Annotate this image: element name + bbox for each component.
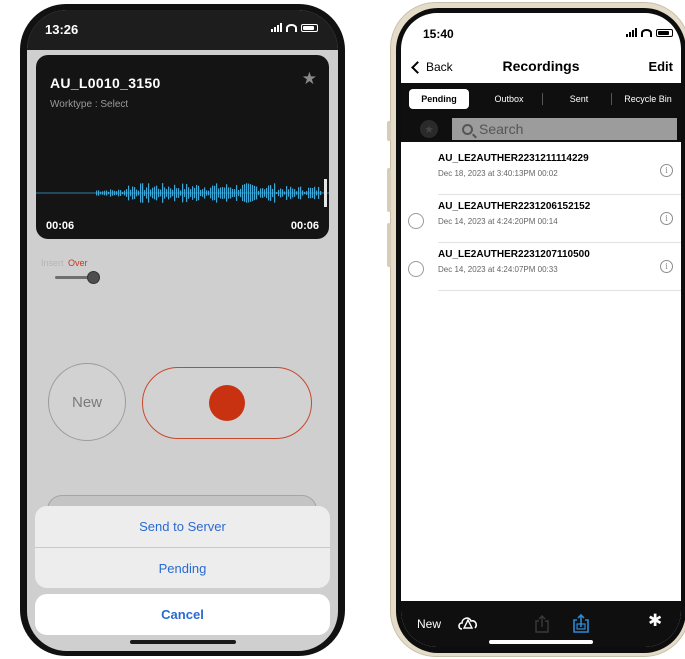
recordings-screen: 15:40 Back Recordings Edit Pending Outbo… bbox=[401, 13, 681, 647]
wifi-icon bbox=[286, 23, 297, 32]
recording-title: AU_L0010_3150 bbox=[50, 75, 161, 91]
recording-card: AU_L0010_3150 Worktype : Select ★ 00:06 … bbox=[36, 55, 329, 239]
search-input[interactable]: Search bbox=[452, 118, 677, 140]
recording-name: AU_LE2AUTHER2231211114229 bbox=[438, 153, 589, 164]
status-bar: 13:26 bbox=[27, 10, 338, 50]
recording-meta: Dec 18, 2023 at 3:40:13PM 00:02 bbox=[438, 169, 558, 178]
status-time: 13:26 bbox=[45, 22, 79, 37]
favorite-star-icon[interactable]: ★ bbox=[302, 69, 317, 89]
edit-button[interactable]: Edit bbox=[648, 59, 673, 74]
pending-button[interactable]: Pending bbox=[35, 547, 330, 588]
recording-meta: Dec 14, 2023 at 4:24:20PM 00:14 bbox=[438, 217, 558, 226]
right-phone: 15:40 Back Recordings Edit Pending Outbo… bbox=[387, 2, 685, 657]
home-indicator[interactable] bbox=[489, 640, 593, 644]
action-sheet: Send to Server Pending bbox=[35, 506, 330, 588]
search-row: ★ Search bbox=[401, 116, 681, 142]
record-dot-icon bbox=[209, 385, 245, 421]
list-item[interactable]: AU_LE2AUTHER2231206152152 Dec 14, 2023 a… bbox=[401, 195, 681, 243]
tab-sent[interactable]: Sent bbox=[549, 89, 609, 109]
wifi-icon bbox=[641, 28, 652, 37]
status-bar: 15:40 bbox=[401, 13, 681, 51]
info-icon[interactable]: i bbox=[660, 260, 673, 273]
signal-icon bbox=[271, 23, 282, 32]
search-placeholder: Search bbox=[479, 121, 524, 137]
cloud-icon[interactable] bbox=[457, 613, 479, 633]
volume-down bbox=[387, 223, 391, 267]
battery-icon bbox=[656, 28, 673, 37]
list-item[interactable]: AU_LE2AUTHER2231211114229 Dec 18, 2023 a… bbox=[401, 147, 681, 195]
left-phone: 13:26 AU_L0010_3150 Worktype : Select ★ … bbox=[20, 4, 345, 656]
select-radio[interactable] bbox=[408, 261, 424, 277]
favorites-filter-star-icon[interactable]: ★ bbox=[420, 120, 438, 138]
page-title: Recordings bbox=[502, 58, 580, 74]
send-to-server-button[interactable]: Send to Server bbox=[35, 506, 330, 547]
over-label: Over bbox=[68, 258, 88, 268]
waveform[interactable] bbox=[36, 175, 329, 211]
worktype-selector[interactable]: Worktype : Select bbox=[50, 99, 128, 110]
signal-icon bbox=[626, 28, 637, 37]
home-indicator[interactable] bbox=[130, 640, 236, 644]
new-recording-button[interactable]: New bbox=[48, 363, 126, 441]
recording-name: AU_LE2AUTHER2231207110500 bbox=[438, 249, 590, 260]
gear-icon[interactable]: ✱ bbox=[648, 611, 662, 631]
tab-recycle-bin[interactable]: Recycle Bin bbox=[616, 89, 680, 109]
cancel-button[interactable]: Cancel bbox=[35, 594, 330, 635]
elapsed-time: 00:06 bbox=[46, 220, 75, 232]
info-icon[interactable]: i bbox=[660, 212, 673, 225]
recording-meta: Dec 14, 2023 at 4:24:07PM 00:33 bbox=[438, 265, 558, 274]
tab-pending[interactable]: Pending bbox=[409, 89, 469, 109]
search-icon bbox=[462, 123, 473, 135]
recorder-screen: 13:26 AU_L0010_3150 Worktype : Select ★ … bbox=[27, 10, 338, 651]
toggle-knob[interactable] bbox=[87, 271, 100, 284]
recording-name: AU_LE2AUTHER2231206152152 bbox=[438, 201, 591, 212]
info-icon[interactable]: i bbox=[660, 164, 673, 177]
new-button[interactable]: New bbox=[417, 617, 441, 631]
recordings-list: AU_LE2AUTHER2231211114229 Dec 18, 2023 a… bbox=[401, 147, 681, 291]
navigation-bar: Back Recordings Edit bbox=[401, 53, 681, 83]
list-item[interactable]: AU_LE2AUTHER2231207110500 Dec 14, 2023 a… bbox=[401, 243, 681, 291]
record-button[interactable] bbox=[142, 367, 312, 439]
status-time: 15:40 bbox=[423, 27, 454, 41]
insert-label: Insert bbox=[41, 258, 64, 268]
volume-up bbox=[387, 168, 391, 212]
share-active-icon[interactable] bbox=[573, 613, 591, 633]
select-radio[interactable] bbox=[408, 213, 424, 229]
mute-switch bbox=[387, 121, 391, 141]
battery-icon bbox=[301, 23, 318, 32]
tab-outbox[interactable]: Outbox bbox=[479, 89, 539, 109]
segment-tabs: Pending Outbox Sent Recycle Bin bbox=[401, 83, 681, 116]
share-icon[interactable] bbox=[535, 615, 549, 633]
total-time: 00:06 bbox=[290, 220, 319, 232]
